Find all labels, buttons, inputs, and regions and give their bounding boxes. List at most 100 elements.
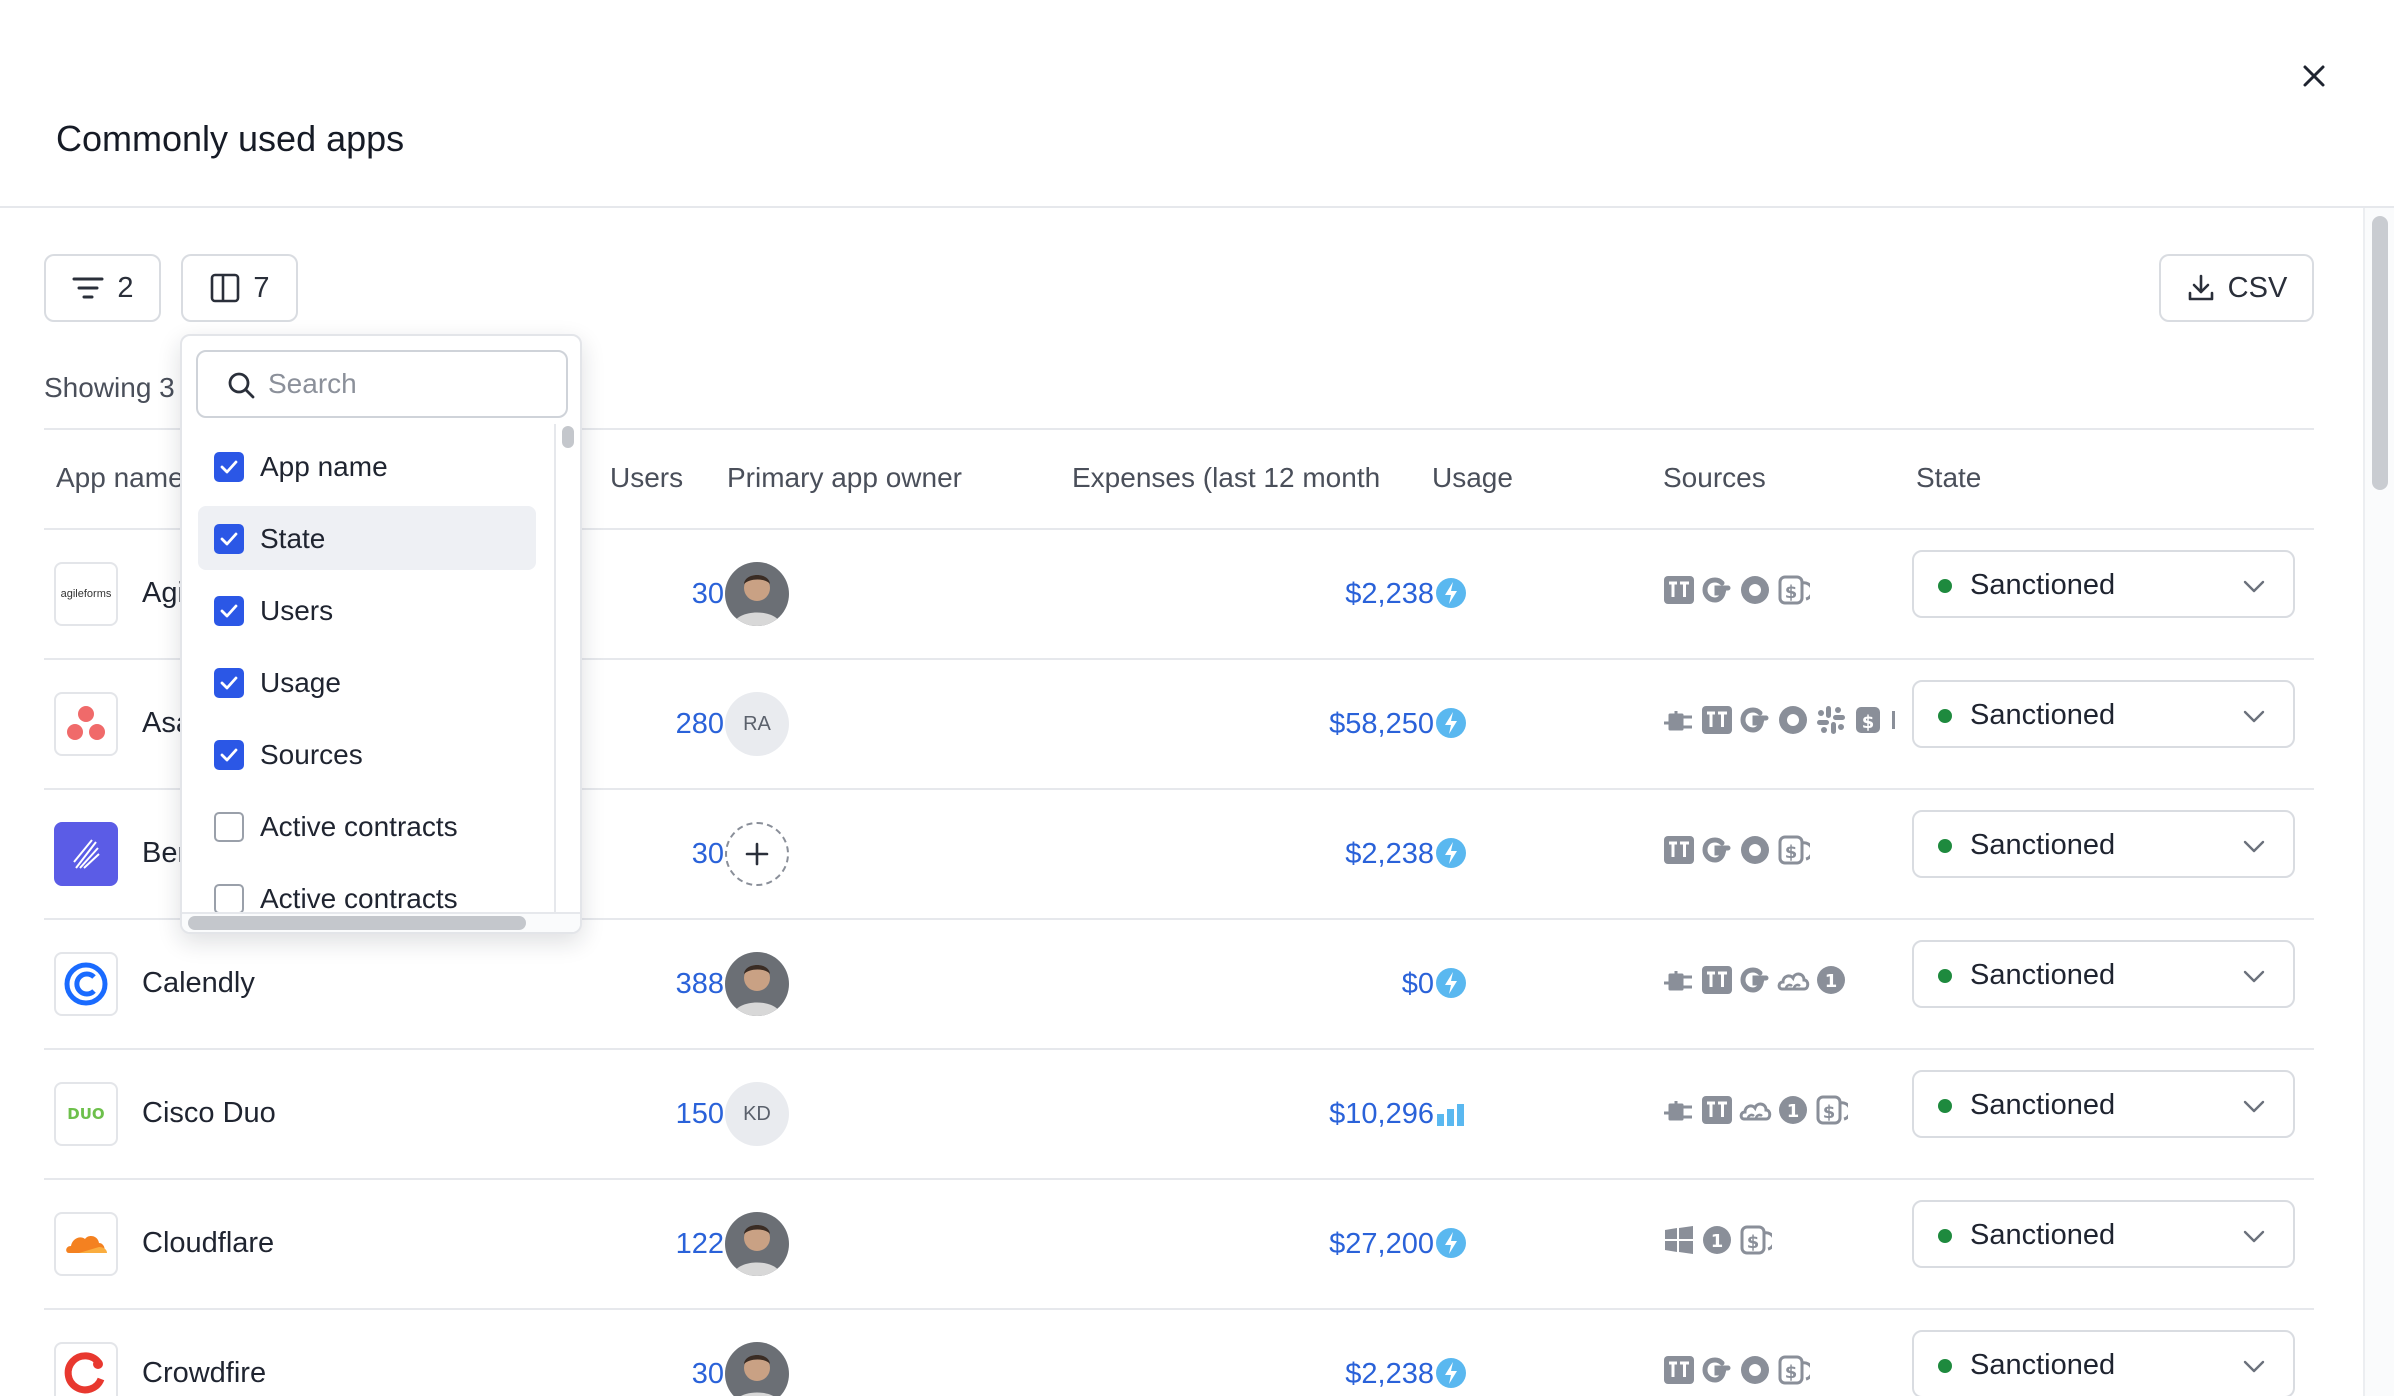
users-count-link[interactable]: 280 (584, 708, 724, 741)
state-status-dot (1938, 839, 1952, 853)
plugin-icon (1664, 711, 1692, 731)
users-count-link[interactable]: 30 (584, 578, 724, 611)
integration-tile-icon (1702, 706, 1732, 734)
app-name[interactable]: Cisco Duo (142, 1097, 276, 1130)
column-option[interactable]: Users (198, 578, 536, 642)
owner-avatar-photo[interactable] (725, 562, 789, 626)
filter-button[interactable]: 2 (44, 254, 161, 322)
agileforms-logo-text: agileforms (60, 588, 112, 600)
state-label: Sanctioned (1970, 1349, 2116, 1381)
col-header-app-name[interactable]: App name (56, 462, 184, 494)
chevron-down-icon (2243, 710, 2265, 723)
state-dropdown[interactable]: Sanctioned (1912, 810, 2295, 878)
cloudflare-logo-icon (66, 1235, 107, 1253)
app-name[interactable]: Calendly (142, 967, 255, 1000)
column-picker-popover: App name State Users Usage Sources Active con… (180, 334, 582, 934)
state-dropdown[interactable]: Sanctioned (1912, 1330, 2295, 1396)
expense-link[interactable]: $27,200 (1104, 1228, 1434, 1261)
checkbox-checked[interactable] (214, 524, 244, 554)
svg-text:1: 1 (1787, 1101, 1800, 1122)
app-name[interactable]: Crowdfire (142, 1357, 266, 1390)
table-row[interactable]: DUO Cisco Duo 150 KD $10,296 1 $ Sanctioned (44, 1050, 2314, 1180)
column-option[interactable]: Active contracts (198, 794, 536, 858)
column-search-input[interactable] (268, 364, 558, 404)
col-header-usage[interactable]: Usage (1432, 462, 1513, 494)
column-search-box[interactable] (196, 350, 568, 418)
owner-avatar-photo[interactable] (725, 952, 789, 1016)
svg-text:$: $ (1785, 1362, 1798, 1383)
expense-link[interactable]: $2,238 (1104, 838, 1434, 871)
col-header-sources[interactable]: Sources (1663, 462, 1766, 494)
users-count-link[interactable]: 30 (584, 838, 724, 871)
column-option[interactable]: State (198, 506, 536, 570)
checkbox-unchecked[interactable] (214, 812, 244, 842)
state-dropdown[interactable]: Sanctioned (1912, 940, 2295, 1008)
csv-export-button[interactable]: CSV (2159, 254, 2314, 322)
column-option[interactable]: Active contracts (198, 866, 536, 912)
checkbox-checked[interactable] (214, 740, 244, 770)
calendly-logo (54, 952, 118, 1016)
column-option-label: Usage (260, 667, 341, 698)
asana-logo-icon (67, 706, 105, 740)
users-count-link[interactable]: 388 (584, 968, 724, 1001)
column-picker-vscroll-thumb[interactable] (562, 426, 574, 448)
column-option[interactable]: Usage (198, 650, 536, 714)
expense-link[interactable]: $2,238 (1104, 578, 1434, 611)
users-count-link[interactable]: 122 (584, 1228, 724, 1261)
sso-circle-icon (1741, 1356, 1769, 1384)
users-count-link[interactable]: 30 (584, 1358, 724, 1391)
table-row[interactable]: Cloudflare 122 $27,200 1 $ Sanctioned (44, 1180, 2314, 1310)
integration-tile-icon (1664, 576, 1694, 604)
checkbox-unchecked[interactable] (214, 884, 244, 912)
col-header-expenses[interactable]: Expenses (last 12 month (1072, 462, 1380, 494)
expense-link[interactable]: $58,250 (1104, 708, 1434, 741)
checkbox-checked[interactable] (214, 452, 244, 482)
chevron-down-icon (2243, 970, 2265, 983)
person-photo-icon (725, 562, 789, 626)
checkmark-icon (220, 604, 238, 618)
checkbox-checked[interactable] (214, 596, 244, 626)
modal-scrollbar-thumb[interactable] (2372, 216, 2388, 490)
checkmark-icon (220, 748, 238, 762)
owner-avatar-initials[interactable]: RA (725, 692, 789, 756)
users-count-link[interactable]: 150 (584, 1098, 724, 1131)
table-row[interactable]: Calendly 388 $0 1 Sanctioned (44, 920, 2314, 1050)
expense-link[interactable]: $2,238 (1104, 1358, 1434, 1391)
column-picker-vscroll[interactable] (554, 424, 580, 912)
owner-avatar-photo[interactable] (725, 1342, 789, 1396)
state-dropdown[interactable]: Sanctioned (1912, 680, 2295, 748)
google-icon (1702, 577, 1731, 603)
expense-dollar-icon: $ (1816, 1095, 1848, 1125)
results-count: Showing 3 (44, 372, 175, 403)
sources-list: 1 $ (1662, 1222, 1898, 1258)
app-name[interactable]: Agi (142, 577, 184, 610)
state-label: Sanctioned (1970, 959, 2116, 991)
state-dropdown[interactable]: Sanctioned (1912, 1200, 2295, 1268)
checkbox-checked[interactable] (214, 668, 244, 698)
column-option-label: Active contracts (260, 811, 458, 842)
expense-link[interactable]: $10,296 (1104, 1098, 1434, 1131)
state-dropdown[interactable]: Sanctioned (1912, 1070, 2295, 1138)
person-photo-icon (725, 952, 789, 1016)
add-owner-button[interactable] (725, 822, 789, 886)
owner-avatar-initials[interactable]: KD (725, 1082, 789, 1146)
owner-avatar-photo[interactable] (725, 1212, 789, 1276)
columns-button[interactable]: 7 (181, 254, 298, 322)
usage-active-icon (1436, 838, 1466, 868)
cloud-icon (1777, 972, 1810, 991)
col-header-state[interactable]: State (1916, 462, 1981, 494)
table-row[interactable]: Crowdfire 30 $2,238 $ Sanctioned (44, 1310, 2314, 1396)
app-name[interactable]: Cloudflare (142, 1227, 274, 1260)
integration-tile-icon (1664, 836, 1694, 864)
close-icon[interactable] (2296, 58, 2332, 94)
expense-link[interactable]: $0 (1104, 968, 1434, 1001)
col-header-primary-owner[interactable]: Primary app owner (727, 462, 962, 494)
col-header-users[interactable]: Users (610, 462, 683, 494)
column-option[interactable]: Sources (198, 722, 536, 786)
google-icon (1740, 707, 1769, 733)
column-picker-hscroll-thumb[interactable] (188, 916, 526, 930)
state-dropdown[interactable]: Sanctioned (1912, 550, 2295, 618)
state-label: Sanctioned (1970, 829, 2116, 861)
column-option[interactable]: App name (198, 434, 536, 498)
sources-list: $ (1662, 1352, 1898, 1388)
